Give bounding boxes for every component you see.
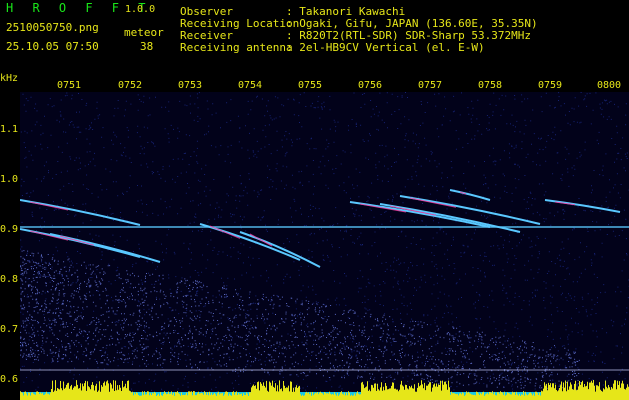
spectrogram-plot bbox=[20, 92, 629, 392]
app-version: 1.0.0 bbox=[125, 4, 156, 15]
x-tick-label: 0752 bbox=[118, 80, 143, 91]
meteor-trace-core bbox=[409, 197, 457, 208]
header-panel: H R O F F T 1.0.0 2510050750.png 25.10.0… bbox=[0, 0, 629, 72]
meteor-label: meteor bbox=[124, 26, 164, 39]
x-tick-label: 0751 bbox=[57, 80, 82, 91]
antenna-label: Receiving antenna bbox=[180, 41, 293, 54]
y-tick-label: 0.7 bbox=[0, 324, 19, 335]
noise-cloud bbox=[20, 250, 581, 392]
y-tick-label: 1.0 bbox=[0, 174, 19, 185]
x-tick-label: 0759 bbox=[538, 80, 563, 91]
y-tick-label: 0.8 bbox=[0, 274, 19, 285]
antenna-value: : 2el-HB9CV Vertical (el. E-W) bbox=[286, 41, 485, 54]
datetime: 25.10.05 07:50 bbox=[6, 40, 99, 53]
x-tick-label: 0757 bbox=[418, 80, 443, 91]
meteor-trace-core bbox=[209, 225, 241, 239]
y-tick-label: 0.6 bbox=[0, 374, 19, 385]
x-tick-label: 0758 bbox=[478, 80, 503, 91]
x-tick-label: 0755 bbox=[298, 80, 323, 91]
x-tick-label: 0753 bbox=[178, 80, 203, 91]
meteor-trace-core bbox=[59, 235, 95, 246]
meteor-trace-core bbox=[29, 201, 69, 211]
x-tick-label: 0756 bbox=[358, 80, 383, 91]
meteor-trace bbox=[239, 231, 321, 268]
spectrogram-canvas bbox=[20, 92, 629, 392]
signal-level-bar bbox=[20, 380, 629, 400]
file-name: 2510050750.png bbox=[6, 21, 99, 34]
meteor-count: 38 bbox=[140, 40, 154, 53]
y-tick-label: 1.1 bbox=[0, 124, 19, 135]
y-axis-unit: kHz bbox=[0, 73, 19, 84]
signal-level-fill bbox=[20, 380, 629, 400]
x-tick-label: 0800 bbox=[597, 80, 622, 91]
meteor-trace bbox=[199, 223, 301, 261]
x-tick-label: 0754 bbox=[238, 80, 263, 91]
y-tick-label: 0.9 bbox=[0, 224, 19, 235]
